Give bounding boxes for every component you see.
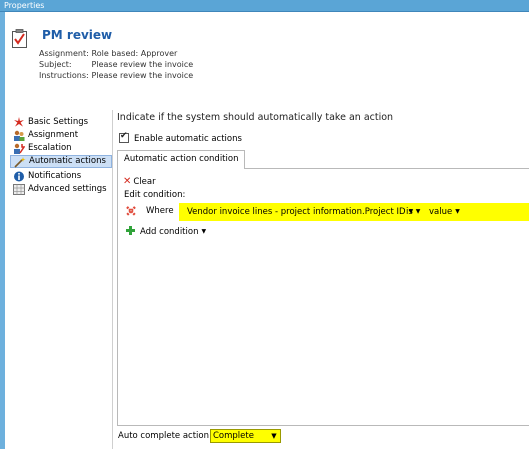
condition-operator-dropdown[interactable]: is ▼ [406, 207, 420, 217]
settings-grid-icon [13, 184, 25, 195]
instructions-label: Instructions: [39, 71, 89, 80]
subject-value: Please review the invoice [91, 60, 194, 69]
assignment-row: Assignment: Role based: Approver [39, 49, 177, 58]
nav-item-automatic-actions[interactable]: Automatic actions [10, 155, 112, 168]
add-condition-label: Add condition [140, 227, 199, 237]
nav-label: Notifications [28, 171, 82, 181]
chevron-down-icon: ▼ [271, 432, 277, 440]
enable-automatic-actions-checkbox[interactable] [119, 131, 129, 143]
chevron-down-icon: ▼ [415, 208, 421, 215]
auto-complete-select[interactable]: Complete ▼ [210, 429, 281, 443]
condition-field-dropdown[interactable]: Vendor invoice lines - project informati… [187, 207, 413, 217]
automatic-actions-panel: Indicate if the system should automatica… [113, 110, 529, 449]
instructions-row: Instructions: Please review the invoice [39, 71, 193, 80]
window-titlebar: Properties [0, 0, 529, 12]
nav-label: Advanced settings [28, 184, 107, 194]
header-area: PM review Assignment: Role based: Approv… [5, 12, 529, 99]
edit-condition-label: Edit condition: [124, 190, 186, 200]
nav-label: Escalation [28, 143, 72, 153]
condition-value-dropdown[interactable]: value ▼ [429, 207, 460, 217]
nav-item-notifications[interactable]: Notifications [10, 170, 112, 183]
clipboard-check-icon [12, 29, 27, 48]
assignment-value: Role based: Approver [91, 49, 178, 58]
nav-label: Basic Settings [28, 117, 89, 127]
nav-label: Assignment [28, 130, 79, 140]
condition-row: Vendor invoice lines - project informati… [179, 203, 529, 221]
instructions-value: Please review the invoice [91, 71, 194, 80]
tab-automatic-action-condition[interactable]: Automatic action condition [117, 150, 246, 169]
red-star-icon [14, 117, 24, 127]
add-plus-icon [126, 226, 135, 235]
clear-button[interactable]: ✕ Clear [123, 176, 156, 187]
subject-label: Subject: [39, 60, 72, 69]
auto-complete-label: Auto complete action: [118, 431, 212, 441]
clear-x-icon: ✕ [123, 176, 132, 187]
panel-heading: Indicate if the system should automatica… [117, 112, 394, 123]
subject-row: Subject: Please review the invoice [39, 60, 193, 69]
people-icon [14, 130, 25, 141]
enable-automatic-actions-label: Enable automatic actions [134, 134, 242, 144]
auto-complete-value: Complete [213, 431, 254, 441]
clear-label: Clear [133, 177, 156, 187]
escalation-icon [14, 143, 25, 154]
wand-icon [14, 157, 26, 168]
condition-value-label: value [429, 207, 453, 217]
nav-item-basic-settings[interactable]: Basic Settings [10, 116, 112, 129]
nav-item-escalation[interactable]: Escalation [10, 142, 112, 155]
add-condition-button[interactable]: Add condition ▼ [126, 226, 206, 237]
chevron-down-icon: ▼ [201, 228, 207, 235]
assignment-label: Assignment: [39, 49, 89, 58]
where-label: Where [146, 206, 174, 216]
settings-nav: Basic Settings Assignment Escalation Aut… [8, 110, 113, 449]
info-icon [14, 171, 24, 182]
chevron-down-icon: ▼ [455, 208, 460, 215]
enable-automatic-actions-row[interactable]: Enable automatic actions [119, 131, 242, 144]
nav-label: Automatic actions [29, 156, 106, 166]
condition-operator-label: is [406, 207, 413, 217]
nav-item-advanced-settings[interactable]: Advanced settings [10, 183, 112, 196]
condition-field-label: Vendor invoice lines - project informati… [187, 207, 406, 217]
remove-condition-icon[interactable] [125, 205, 137, 217]
task-title: PM review [42, 28, 113, 42]
nav-item-assignment[interactable]: Assignment [10, 129, 112, 142]
